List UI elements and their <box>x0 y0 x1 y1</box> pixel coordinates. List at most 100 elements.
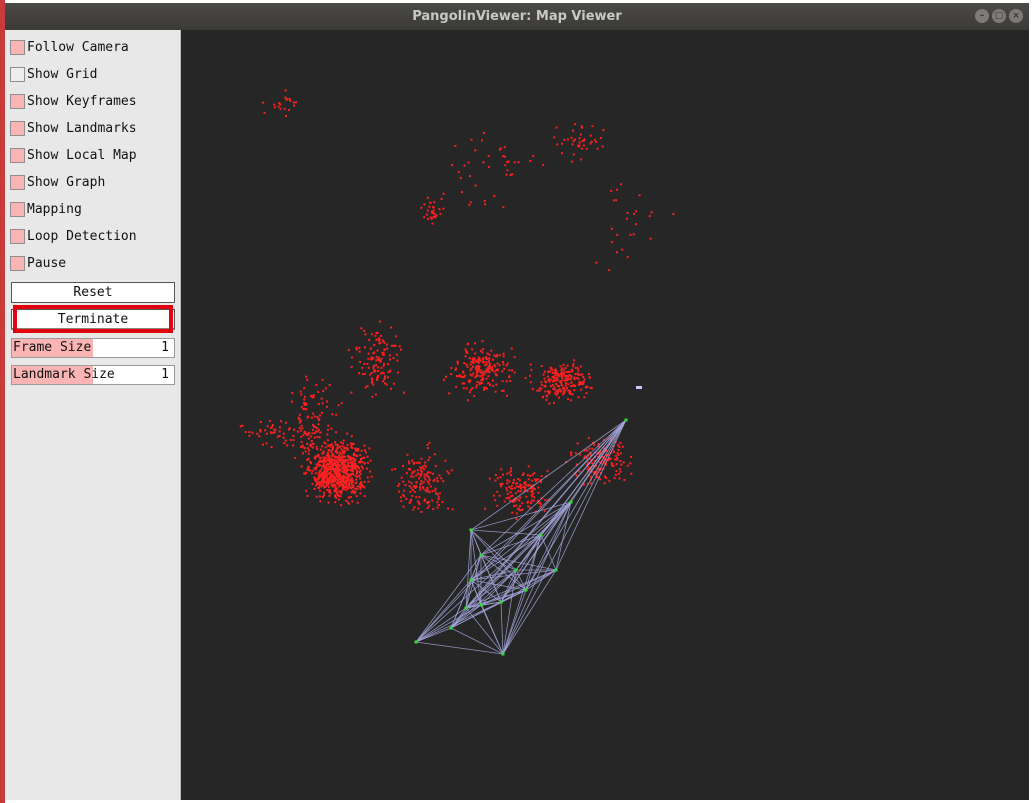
landmark-point <box>442 378 445 381</box>
checkbox-box[interactable] <box>10 228 25 244</box>
landmark-point <box>411 459 414 462</box>
landmark-point <box>533 472 536 475</box>
landmark-point <box>323 465 326 468</box>
landmark-point <box>291 400 293 403</box>
landmark-point <box>315 495 318 498</box>
landmark-point <box>423 476 426 479</box>
landmark-point <box>407 468 410 471</box>
landmark-point <box>364 386 367 389</box>
landmark-point <box>316 416 319 418</box>
landmark-point <box>578 141 581 144</box>
frame-size-slider[interactable]: Frame Size 1 <box>11 338 175 358</box>
checkbox-box[interactable] <box>10 201 25 217</box>
landmark-point <box>501 390 504 392</box>
landmark-point <box>306 378 309 381</box>
landmark-point <box>427 471 430 474</box>
maximize-icon[interactable]: □ <box>992 9 1006 23</box>
landmark-point <box>359 492 362 495</box>
landmark-point <box>539 503 542 506</box>
landmark-point <box>468 203 471 206</box>
landmark-point <box>418 503 421 505</box>
landmark-point <box>408 462 411 465</box>
landmark-size-slider[interactable]: Landmark Size 1 <box>11 365 175 385</box>
landmark-point <box>503 500 506 503</box>
landmark-point <box>327 456 330 459</box>
checkbox-box[interactable] <box>10 120 25 136</box>
show-grid-checkbox[interactable]: Show Grid <box>10 65 97 83</box>
landmark-point <box>336 493 339 496</box>
show-keyframes-checkbox[interactable]: Show Keyframes <box>10 92 137 110</box>
checkbox-box[interactable] <box>10 39 25 55</box>
landmark-point <box>328 467 331 470</box>
show-landmarks-checkbox[interactable]: Show Landmarks <box>10 119 137 137</box>
landmark-point <box>313 467 316 470</box>
landmark-point <box>564 384 567 387</box>
landmark-point <box>579 133 582 136</box>
landmark-point <box>384 375 387 378</box>
landmark-point <box>325 479 328 482</box>
pause-checkbox[interactable]: Pause <box>10 254 66 272</box>
landmark-point <box>493 354 496 357</box>
loop-detection-checkbox[interactable]: Loop Detection <box>10 227 137 245</box>
landmark-point <box>553 386 556 389</box>
reset-button[interactable]: Reset <box>11 282 175 303</box>
landmark-point <box>349 496 352 499</box>
landmark-point <box>440 198 443 200</box>
checkbox-box[interactable] <box>10 147 25 163</box>
landmark-point <box>467 399 469 402</box>
checkbox-label: Pause <box>27 255 67 271</box>
follow-camera-checkbox[interactable]: Follow Camera <box>10 38 129 56</box>
landmark-point <box>548 380 551 383</box>
landmark-point <box>325 464 328 467</box>
checkbox-box[interactable] <box>10 66 25 82</box>
landmark-point <box>593 139 596 142</box>
close-icon[interactable]: × <box>1009 9 1023 23</box>
landmark-point <box>568 391 571 394</box>
landmark-point <box>278 435 281 437</box>
minimize-icon[interactable]: – <box>975 9 989 23</box>
landmark-point <box>545 394 548 397</box>
landmark-point <box>388 354 391 357</box>
landmark-point <box>391 468 394 471</box>
landmark-point <box>305 375 308 378</box>
landmark-point <box>619 470 622 473</box>
landmark-point <box>626 211 629 214</box>
mapping-checkbox[interactable]: Mapping <box>10 200 82 218</box>
keyframe-marker <box>464 606 468 610</box>
landmark-point <box>447 507 449 510</box>
landmark-point <box>506 482 509 485</box>
landmark-point <box>398 345 401 348</box>
landmark-point <box>434 487 437 490</box>
map-3d-viewport[interactable] <box>181 30 1029 800</box>
landmark-point <box>361 461 364 464</box>
landmark-point <box>394 468 397 470</box>
landmark-point <box>500 468 503 471</box>
checkbox-box[interactable] <box>10 255 25 271</box>
landmark-point <box>293 104 295 107</box>
show-graph-checkbox[interactable]: Show Graph <box>10 173 105 191</box>
map-canvas[interactable] <box>181 30 1029 800</box>
landmark-point <box>327 465 330 468</box>
landmark-point <box>481 374 484 377</box>
checkbox-box[interactable] <box>10 174 25 190</box>
landmark-point <box>496 477 499 480</box>
landmark-point <box>298 421 301 424</box>
landmark-point <box>420 511 423 513</box>
landmark-point <box>442 192 445 195</box>
landmark-point <box>464 348 467 351</box>
show-local-map-checkbox[interactable]: Show Local Map <box>10 146 137 164</box>
landmark-point <box>577 396 580 399</box>
landmark-point <box>505 497 508 500</box>
landmark-point <box>587 466 590 469</box>
landmark-point <box>262 101 265 104</box>
landmark-point <box>474 342 476 345</box>
landmark-point <box>354 487 357 490</box>
landmark-point <box>264 429 267 432</box>
checkbox-box[interactable] <box>10 93 25 109</box>
landmark-point <box>248 431 251 434</box>
landmark-point <box>350 486 353 489</box>
landmark-point <box>602 129 605 132</box>
landmark-point <box>422 486 424 489</box>
landmark-point <box>501 483 504 486</box>
landmark-point <box>483 386 486 389</box>
